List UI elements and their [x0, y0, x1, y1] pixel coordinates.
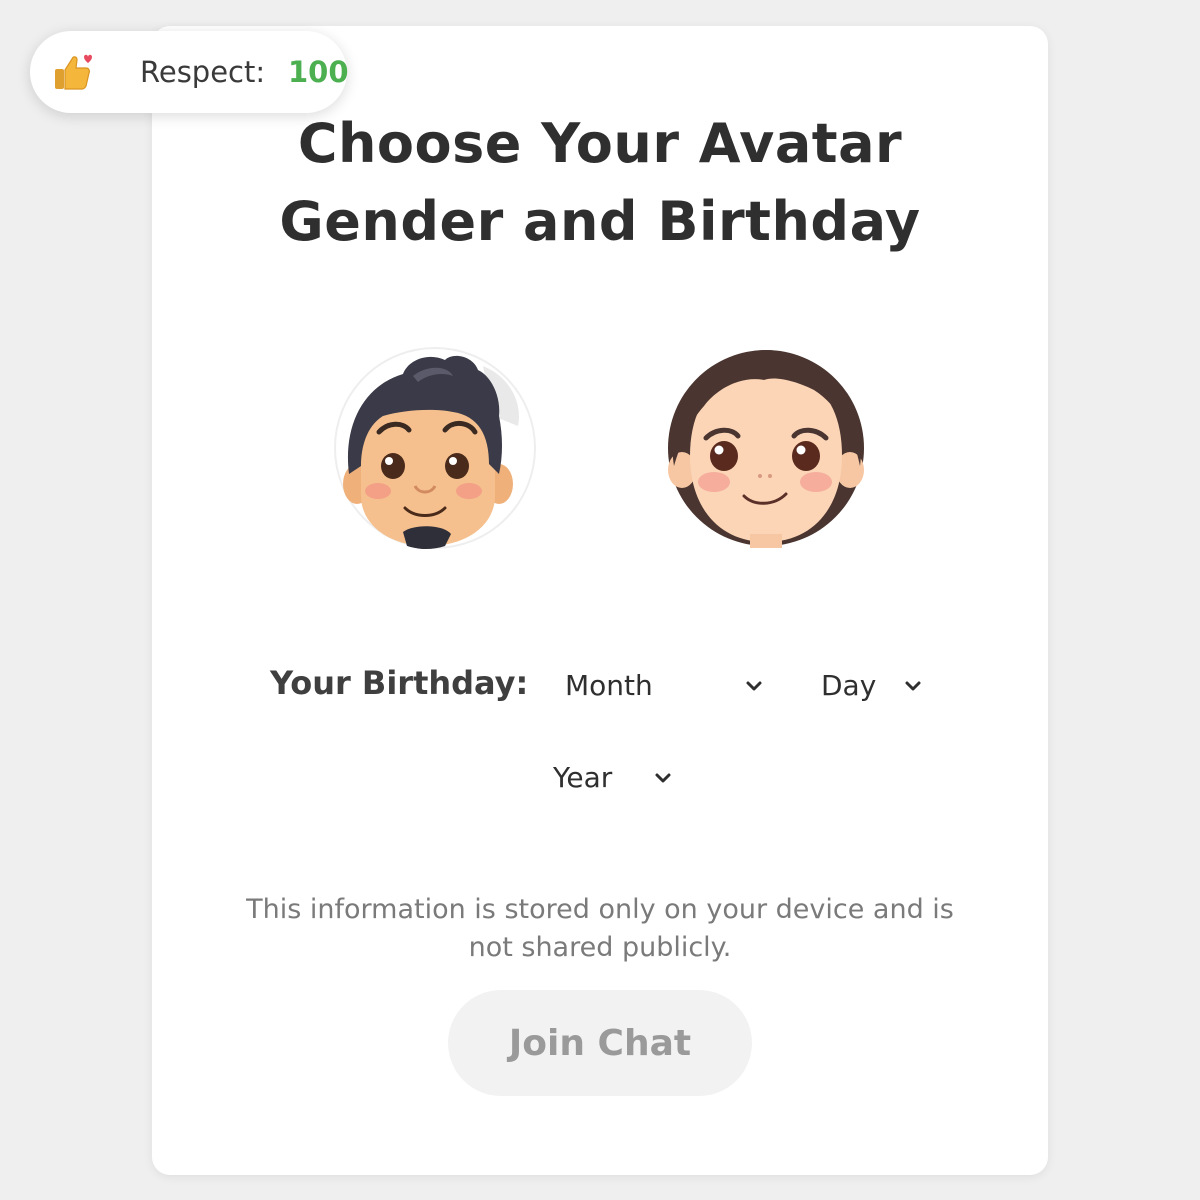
year-select-value: Year — [553, 761, 613, 794]
chevron-down-icon — [905, 681, 921, 691]
respect-badge: Respect: 100 — [30, 31, 349, 113]
privacy-note: This information is stored only on your … — [246, 894, 954, 963]
day-select-value: Day — [821, 669, 877, 702]
male-avatar[interactable] — [333, 346, 537, 550]
page-title-line-2: Gender and Birthday — [279, 190, 921, 253]
respect-value: 100 — [288, 55, 349, 89]
thumbs-up-heart-icon — [55, 54, 92, 90]
day-select[interactable]: Day — [821, 664, 931, 708]
respect-label: Respect: — [140, 55, 266, 89]
page-title-line-1: Choose Your Avatar — [297, 112, 903, 175]
month-select-value: Month — [565, 669, 653, 702]
chevron-down-icon — [655, 773, 671, 783]
birthday-label: Your Birthday: — [270, 664, 529, 702]
female-avatar[interactable] — [664, 346, 868, 550]
chevron-down-icon — [746, 681, 762, 691]
join-chat-button[interactable]: Join Chat — [448, 990, 752, 1096]
year-select[interactable]: Year — [553, 756, 683, 800]
month-select[interactable]: Month — [565, 664, 775, 708]
